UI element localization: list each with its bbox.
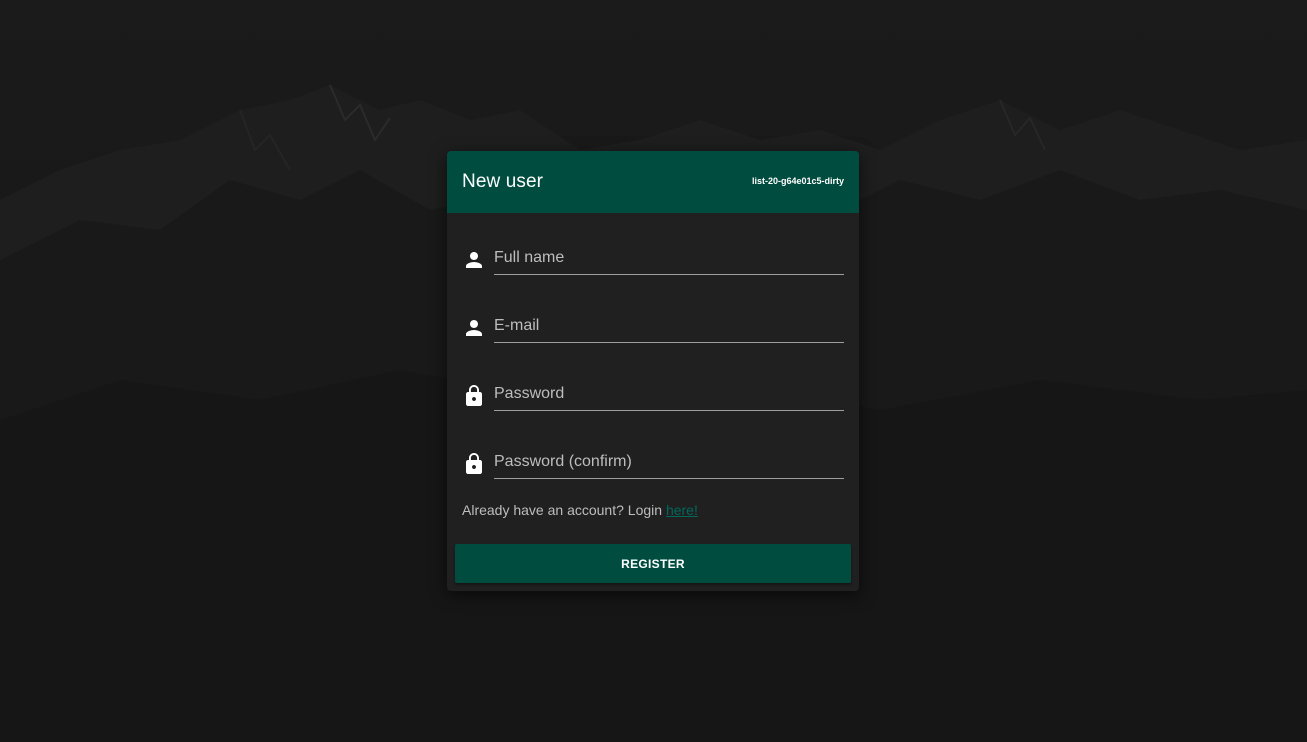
lock-icon — [462, 384, 486, 408]
email-input[interactable] — [494, 310, 844, 343]
register-button[interactable]: REGISTER — [455, 544, 851, 583]
password-confirm-input[interactable] — [494, 446, 844, 479]
register-card: New user list-20-g64e01c5-dirty Already … — [447, 151, 859, 591]
password-input[interactable] — [494, 378, 844, 411]
full-name-input[interactable] — [494, 242, 844, 275]
full-name-field — [462, 242, 844, 282]
person-icon — [462, 316, 486, 340]
login-prompt: Already have an account? Login here! — [462, 502, 698, 518]
login-prompt-text: Already have an account? Login — [462, 502, 666, 518]
version-label: list-20-g64e01c5-dirty — [751, 176, 844, 186]
card-header: New user list-20-g64e01c5-dirty — [447, 151, 859, 213]
login-link[interactable]: here! — [666, 502, 698, 518]
password-confirm-field — [462, 446, 844, 486]
lock-icon — [462, 452, 486, 476]
email-field — [462, 310, 844, 350]
card-title: New user — [462, 171, 544, 192]
person-icon — [462, 248, 486, 272]
password-field — [462, 378, 844, 418]
